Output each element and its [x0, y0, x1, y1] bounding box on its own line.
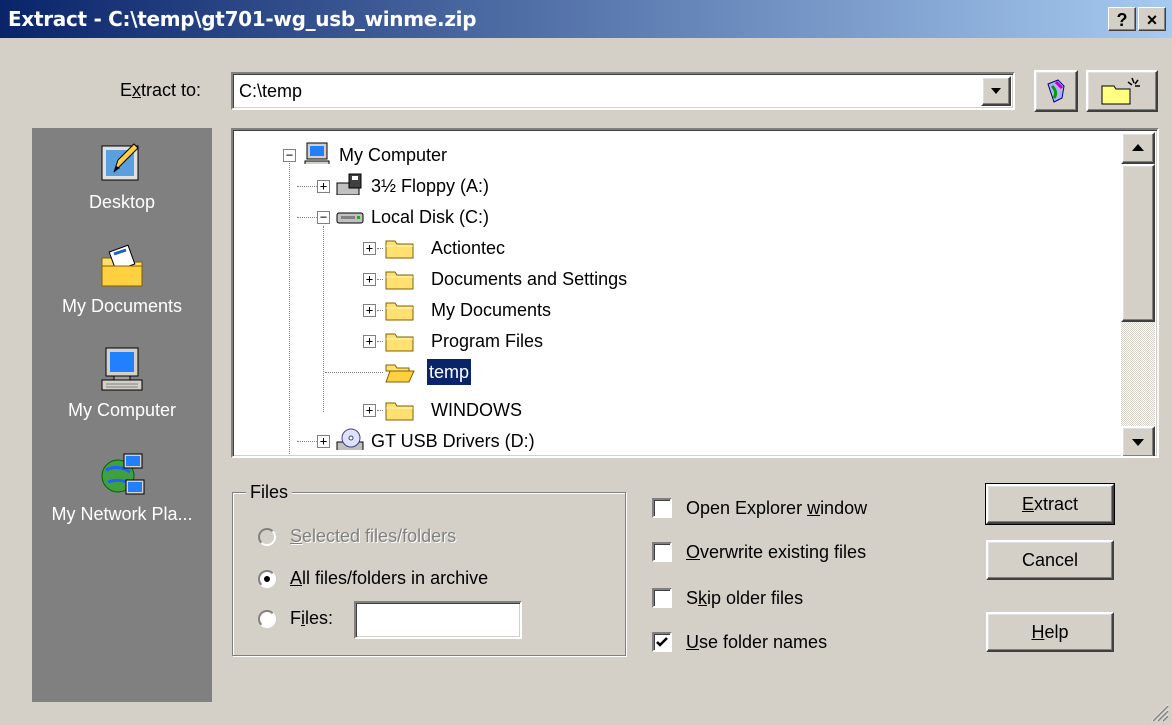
- collapse-toggle[interactable]: −: [283, 149, 296, 162]
- chevron-down-icon: [991, 88, 1001, 94]
- scroll-up-button[interactable]: [1121, 132, 1155, 164]
- expand-toggle[interactable]: +: [363, 335, 376, 348]
- tree-item-label: GT USB Drivers (D:): [371, 431, 535, 451]
- tree-item-label: My Documents: [431, 300, 552, 320]
- tree-item-label: Actiontec: [431, 238, 506, 258]
- checkbox-use-folder-names-label: Use folder names: [686, 632, 828, 652]
- expand-toggle[interactable]: +: [363, 304, 376, 317]
- files-input[interactable]: [354, 601, 522, 639]
- tree-item-label: My Computer: [339, 145, 448, 165]
- place-my-computer-label: My Computer: [67, 400, 177, 420]
- tree-item-documents-and-settings[interactable]: + Documents and Settings: [233, 264, 1113, 294]
- help-title-button[interactable]: ?: [1108, 7, 1136, 31]
- network-places-icon: [101, 453, 145, 495]
- place-network-places-label: My Network Pla...: [51, 504, 193, 524]
- checkbox-skip-older-box[interactable]: [652, 588, 672, 608]
- resize-grip-icon[interactable]: [1148, 701, 1170, 723]
- tree-item-my-computer[interactable]: − My Computer: [233, 140, 1113, 170]
- help-button[interactable]: Help: [986, 612, 1114, 652]
- expand-toggle[interactable]: +: [363, 273, 376, 286]
- cd-drive-icon: [336, 428, 364, 450]
- folder-icon: [385, 402, 414, 421]
- new-folder-button[interactable]: [1086, 70, 1158, 112]
- tree-item-actiontec[interactable]: + Actiontec: [233, 233, 1113, 263]
- arrow-down-icon: [1132, 439, 1144, 446]
- my-documents-icon: [101, 244, 143, 287]
- expand-toggle[interactable]: +: [317, 435, 330, 448]
- floppy-icon: [336, 173, 362, 195]
- checkbox-overwrite-label: Overwrite existing files: [686, 542, 867, 562]
- arrow-up-icon: [1132, 144, 1144, 151]
- dropdown-button[interactable]: [981, 76, 1011, 106]
- view-files-icon: [1047, 79, 1065, 103]
- collapse-toggle[interactable]: −: [317, 211, 330, 224]
- files-group-title: Files: [246, 482, 293, 503]
- tree-item-my-documents[interactable]: + My Documents: [233, 295, 1113, 325]
- tree-item-label: 3½ Floppy (A:): [371, 176, 490, 196]
- radio-selected-files-label: Selected files/folders: [290, 526, 457, 546]
- expand-toggle[interactable]: +: [363, 242, 376, 255]
- radio-files-circle[interactable]: [258, 610, 276, 628]
- folder-tree[interactable]: − My Computer + 3½ Floppy (A:) − Local D…: [231, 128, 1159, 458]
- place-network-places[interactable]: My Network Pla...: [32, 450, 212, 525]
- window-title: Extract - C:\temp\gt701-wg_usb_winme.zip: [8, 7, 477, 31]
- tree-item-label: Local Disk (C:): [371, 207, 490, 227]
- open-folder-icon: [385, 364, 415, 383]
- place-my-computer[interactable]: My Computer: [32, 346, 212, 421]
- checkbox-use-folder-names-box[interactable]: [652, 632, 672, 652]
- scroll-thumb[interactable]: [1121, 164, 1155, 322]
- desktop-icon: [101, 143, 139, 181]
- folder-icon: [385, 333, 414, 352]
- tree-item-label: WINDOWS: [431, 400, 522, 420]
- tree-item-gt-usb-drivers[interactable]: + GT USB Drivers (D:): [233, 426, 1113, 456]
- extract-to-value[interactable]: C:\temp: [239, 81, 302, 102]
- tree-item-floppy[interactable]: + 3½ Floppy (A:): [233, 171, 1113, 201]
- hard-disk-icon: [336, 212, 364, 224]
- radio-all-files-circle[interactable]: [258, 570, 276, 588]
- radio-files-label: Files:: [290, 608, 334, 628]
- cancel-button[interactable]: Cancel: [986, 540, 1114, 580]
- checkbox-skip-older-label: Skip older files: [686, 588, 804, 608]
- title-bar: Extract - C:\temp\gt701-wg_usb_winme.zip…: [0, 0, 1172, 38]
- folder-icon: [385, 240, 414, 259]
- tree-scrollbar[interactable]: [1121, 132, 1155, 456]
- checkbox-overwrite-box[interactable]: [652, 542, 672, 562]
- view-files-button[interactable]: [1034, 70, 1078, 112]
- tree-item-temp[interactable]: temp: [233, 357, 1113, 387]
- checkmark-icon: [656, 637, 668, 647]
- my-computer-icon: [101, 347, 143, 391]
- tree-item-program-files[interactable]: + Program Files: [233, 326, 1113, 356]
- tree-item-local-disk[interactable]: − Local Disk (C:): [233, 202, 1113, 232]
- tree-item-windows[interactable]: + WINDOWS: [233, 395, 1113, 425]
- places-bar: Desktop My Documents My Computer My Netw…: [32, 128, 212, 702]
- checkbox-open-explorer-label: Open Explorer window: [686, 498, 868, 518]
- place-desktop[interactable]: Desktop: [32, 138, 212, 213]
- new-folder-icon: [1101, 77, 1140, 105]
- folder-icon: [385, 271, 414, 290]
- place-desktop-label: Desktop: [88, 192, 156, 212]
- folder-icon: [385, 302, 414, 321]
- expand-toggle[interactable]: +: [363, 404, 376, 417]
- tree-item-label: Program Files: [431, 331, 544, 351]
- tree-item-label-selected: temp: [427, 359, 472, 385]
- place-my-documents[interactable]: My Documents: [32, 242, 212, 317]
- scroll-down-button[interactable]: [1121, 426, 1155, 456]
- expand-toggle[interactable]: +: [317, 180, 330, 193]
- close-button[interactable]: ×: [1138, 7, 1166, 31]
- radio-all-files-label: All files/folders in archive: [290, 568, 489, 588]
- radio-selected-files-circle[interactable]: [258, 528, 276, 546]
- computer-icon: [304, 142, 330, 164]
- tree-item-label: Documents and Settings: [431, 269, 628, 289]
- extract-to-combobox[interactable]: C:\temp: [231, 72, 1015, 110]
- extract-to-label: Extract to:: [120, 80, 202, 100]
- extract-button[interactable]: Extract: [985, 483, 1115, 525]
- place-my-documents-label: My Documents: [61, 296, 183, 316]
- checkbox-open-explorer-box[interactable]: [652, 498, 672, 518]
